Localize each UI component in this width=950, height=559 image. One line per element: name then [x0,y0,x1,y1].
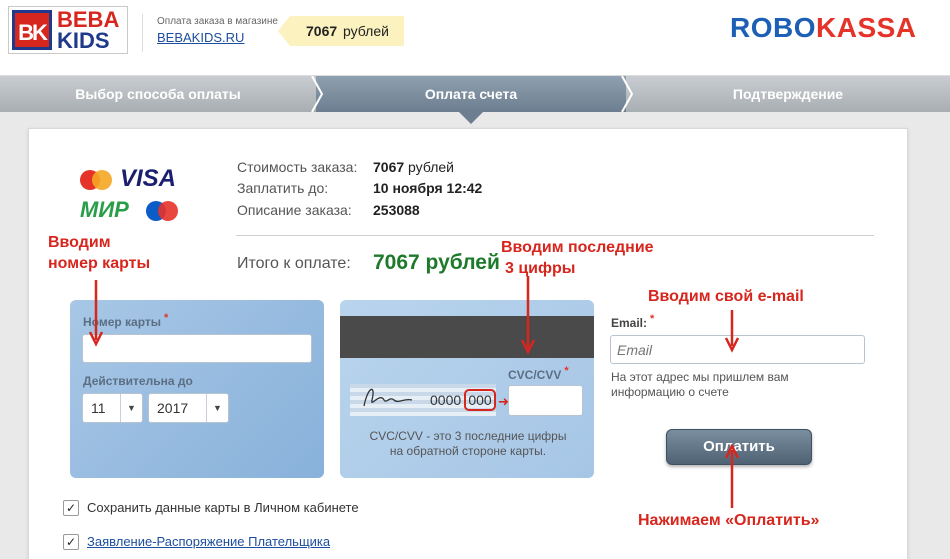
maestro-icon [146,201,180,221]
order-description-value: 253088 [373,202,420,218]
expiry-year-select[interactable]: 2017 ▼ [148,393,229,423]
chevron-down-icon: ▼ [206,394,228,422]
robokassa-logo-part2: KASSA [816,12,917,43]
magnetic-stripe [340,316,594,358]
price-tag-value: 7067 [306,23,338,39]
progress-steps: Выбор способа оплаты Оплата счета Подтве… [0,76,950,112]
arrow-down-icon [520,276,536,355]
card-back-digits: 0000 [430,392,462,408]
step-select-method: Выбор способа оплаты [75,86,241,102]
email-label: Email: * [611,313,655,330]
robokassa-logo: ROBOKASSA [730,12,917,44]
step-separator-icon [310,76,324,112]
mir-logo: МИР [80,197,129,222]
total-label: Итого к оплате: [237,255,351,272]
step-confirmation: Подтверждение [732,86,844,102]
annotation-cvv: Вводим последние 3 цифры [501,239,654,277]
order-cost-value: 7067 рублей [373,159,454,175]
visa-logo: VISA [120,165,177,192]
step-separator-icon [620,76,634,112]
cvv-input[interactable] [508,385,583,416]
cvv-help-text: CVC/CVV - это 3 последние цифры на обрат… [369,429,567,458]
header: BK BEBA KIDS Оплата заказа в магазине BE… [0,0,950,76]
merchant-logo[interactable]: BK BEBA KIDS [8,6,128,54]
expiry-label: Действительна до [83,374,193,388]
cvv-label: CVC/CVV * [508,365,569,382]
active-step-pointer [459,112,483,124]
header-divider [142,14,143,52]
expiry-year-value: 2017 [157,400,189,416]
annotation-card-number: Вводим номер карты [48,234,151,272]
cvv-highlight: 000 [464,389,496,411]
shop-link[interactable]: BEBAKIDS.RU [157,30,244,45]
shop-label: Оплата заказа в магазине [157,16,278,27]
save-card-label[interactable]: Сохранить данные карты в Личном кабинете [87,500,359,515]
merchant-logo-word2: KIDS [57,28,110,53]
mastercard-icon [80,170,114,190]
merchant-logo-mark: BK [12,10,52,50]
arrow-down-icon [88,280,104,347]
info-divider [236,235,874,236]
signature-icon [363,388,413,407]
card-brand-logos: VISA МИР [80,165,190,224]
expiry-month-value: 11 [91,400,106,416]
arrow-down-icon [724,310,740,353]
pay-until-value: 10 ноября 12:42 [373,180,483,196]
price-tag: 7067 рублей [278,16,404,46]
payer-statement-link-wrap: Заявление-Распоряжение Плательщика [87,534,330,549]
pay-until-label: Заплатить до: [237,180,329,196]
price-tag-unit: рублей [343,23,389,39]
order-description-label: Описание заказа: [237,202,352,218]
payer-statement-link[interactable]: Заявление-Распоряжение Плательщика [87,534,330,549]
order-cost-label: Стоимость заказа: [237,159,358,175]
chevron-down-icon: ▼ [120,394,142,422]
email-help-text: На этот адрес мы пришлем вам информацию … [611,370,789,399]
robokassa-logo-part1: ROBO [730,12,816,43]
total-value: 7067 рублей [373,251,500,274]
card-number-input[interactable] [82,334,312,363]
save-card-checkbox[interactable]: ✓ [63,500,79,516]
arrow-up-icon [724,444,740,508]
step-pay-invoice: Оплата счета [316,76,626,112]
annotation-pay: Нажимаем «Оплатить» [638,512,820,529]
payer-statement-checkbox[interactable]: ✓ [63,534,79,550]
expiry-month-select[interactable]: 11 ▼ [82,393,143,423]
annotation-email: Вводим свой e-mail [648,288,804,305]
